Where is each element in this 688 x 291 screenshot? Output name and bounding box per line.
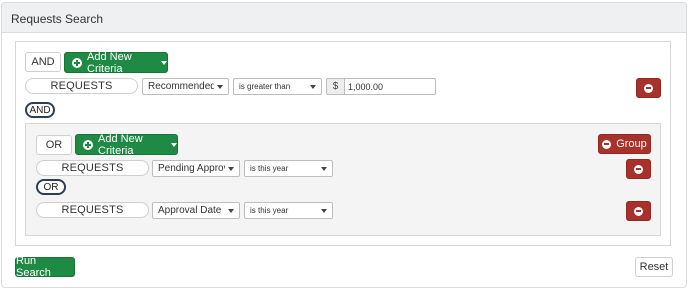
run-search-label: Run Search (16, 255, 51, 279)
plus-circle-icon (72, 57, 82, 68)
criteria-field-value: Recommended A (148, 81, 214, 92)
chevron-down-icon (228, 166, 234, 171)
criteria-field-value: Approval Date (158, 205, 222, 216)
criteria-field-select[interactable]: Recommended A (142, 78, 229, 95)
criteria-field-value: Pending Approva (158, 163, 225, 174)
criteria-operator-value: is greater than (239, 82, 291, 91)
remove-group-button[interactable]: Group (598, 134, 651, 154)
criteria-operator-value: is this year (250, 164, 289, 173)
currency-addon: $ (326, 78, 344, 95)
outer-add-criteria-label: Add New Criteria (87, 50, 132, 75)
panel-title: Requests Search (11, 12, 104, 26)
criteria-field-select[interactable]: Approval Date (152, 202, 240, 219)
criteria-entity-pill: REQUESTS (25, 78, 138, 94)
criteria-entity-pill: REQUESTS (36, 202, 149, 218)
inner-connector-label: OR (43, 181, 59, 193)
criteria-operator-select[interactable]: is this year (244, 202, 333, 219)
panel-header: Requests Search (2, 3, 686, 33)
criteria-entity-label: REQUESTS (50, 80, 113, 92)
minus-circle-icon (644, 83, 653, 93)
criteria-operator-select[interactable]: is this year (244, 160, 333, 177)
reset-label: Reset (639, 261, 669, 273)
chevron-down-icon (321, 208, 327, 213)
outer-connector-label: AND (29, 104, 51, 116)
criteria-entity-label: REQUESTS (61, 204, 124, 216)
remove-group-label: Group (616, 138, 647, 150)
plus-circle-icon (83, 139, 93, 150)
minus-circle-icon (634, 164, 643, 174)
chevron-down-icon (228, 208, 234, 213)
criteria-operator-value: is this year (250, 206, 289, 215)
inner-logic-label: OR (45, 139, 63, 151)
criteria-operator-select[interactable]: is greater than (233, 78, 322, 95)
caret-down-icon (171, 142, 177, 147)
outer-connector-and: AND (25, 102, 55, 118)
run-search-button[interactable]: Run Search (15, 255, 75, 279)
inner-add-criteria-button[interactable]: Add New Criteria (75, 132, 178, 157)
outer-logic-and-button[interactable]: AND (25, 52, 61, 72)
criteria-entity-pill: REQUESTS (36, 160, 149, 176)
caret-down-icon (161, 60, 167, 65)
chevron-down-icon (217, 84, 223, 89)
minus-circle-icon (602, 139, 612, 149)
inner-connector-or: OR (36, 179, 66, 195)
remove-criteria-button[interactable] (626, 201, 651, 221)
currency-symbol: $ (332, 81, 339, 92)
remove-criteria-button[interactable] (636, 78, 661, 98)
chevron-down-icon (321, 166, 327, 171)
inner-logic-or-button[interactable]: OR (36, 135, 72, 155)
chevron-down-icon (310, 84, 316, 89)
criteria-entity-label: REQUESTS (61, 162, 124, 174)
inner-add-criteria-label: Add New Criteria (98, 132, 143, 157)
criteria-amount-value: 1,000.00 (348, 81, 384, 92)
remove-criteria-button[interactable] (626, 159, 651, 179)
outer-add-criteria-button[interactable]: Add New Criteria (64, 50, 168, 75)
outer-logic-label: AND (31, 56, 55, 68)
minus-circle-icon (634, 206, 643, 216)
criteria-field-select[interactable]: Pending Approva (152, 160, 240, 177)
criteria-amount-input[interactable]: 1,000.00 (344, 78, 436, 95)
reset-button[interactable]: Reset (635, 257, 673, 277)
